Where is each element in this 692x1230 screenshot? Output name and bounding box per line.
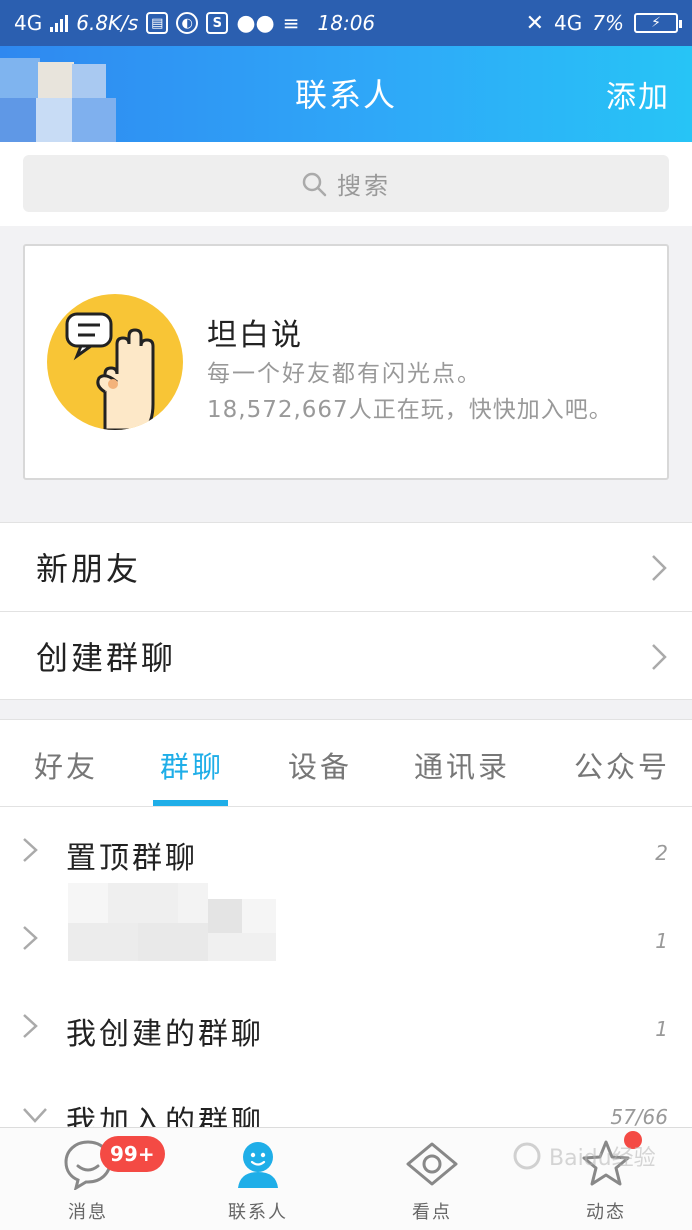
network-type: 4G — [14, 11, 43, 35]
contact-tabs: 好友 群聊 设备 通讯录 公众号 — [0, 719, 692, 807]
promo-title: 坦白说 — [207, 318, 303, 353]
wechat-icon: ●● — [236, 10, 275, 36]
database-icon: ≡ — [282, 11, 300, 35]
chevron-right-icon — [652, 555, 667, 581]
nav-contacts-label: 联系人 — [228, 1202, 288, 1223]
new-friends-label: 新朋友 — [36, 550, 142, 588]
mute-icon: ✕ — [525, 10, 545, 36]
create-group-label: 创建群聊 — [36, 639, 177, 677]
browser-icon: ◐ — [176, 12, 199, 34]
promo-subtitle: 每一个好友都有闪光点。 — [207, 361, 482, 387]
divider — [0, 699, 692, 700]
contacts-icon — [238, 1142, 278, 1188]
create-group-row[interactable]: 创建群聊 — [0, 612, 692, 700]
page-title: 联系人 — [294, 76, 397, 114]
new-friends-row[interactable]: 新朋友 — [0, 523, 692, 611]
group-section-title: 我加入的群聊 — [66, 1105, 264, 1127]
header: 联系人 添加 — [0, 46, 692, 142]
group-section-pinned[interactable]: 置顶群聊 2 — [0, 807, 692, 895]
tab-address-book[interactable]: 通讯录 — [414, 744, 510, 786]
add-button[interactable]: 添加 — [606, 72, 670, 116]
group-section-count: 1 — [655, 1017, 668, 1041]
tab-groups[interactable]: 群聊 — [160, 744, 224, 786]
s-app-icon: S — [206, 12, 229, 34]
chevron-down-icon — [23, 1108, 47, 1123]
clock-time: 18:06 — [317, 11, 376, 35]
signal-icon — [50, 14, 69, 32]
group-section-count: 2 — [655, 841, 668, 865]
battery-percent: 7% — [592, 11, 624, 35]
eye-icon — [406, 1142, 458, 1186]
group-section-joined[interactable]: 我加入的群聊 57/66 — [0, 1071, 692, 1127]
blurred-group-name — [68, 883, 276, 961]
chevron-right-icon — [23, 838, 38, 862]
promo-card[interactable]: 坦白说 每一个好友都有闪光点。 18,572,667人正在玩，快快加入吧。 — [23, 244, 669, 480]
unread-badge: 99+ — [100, 1136, 165, 1172]
group-section-count: 57/66 — [610, 1105, 668, 1127]
group-list: 置顶群聊 2 1 我创建的群聊 1 我加入的群聊 57/66 — [0, 807, 692, 1127]
search-area: 搜索 — [0, 142, 692, 226]
tab-indicator — [153, 800, 228, 806]
chevron-right-icon — [23, 1014, 38, 1038]
nav-contacts[interactable]: 联系人 — [198, 1128, 318, 1230]
watermark: Baidu经验 — [512, 1140, 682, 1200]
gallery-icon: ▤ — [146, 12, 169, 34]
group-section-created[interactable]: 我创建的群聊 1 — [0, 983, 692, 1071]
nav-watch-points-label: 看点 — [412, 1202, 452, 1223]
watermark-text: Baidu经验 — [549, 1146, 656, 1171]
nav-watch-points[interactable]: 看点 — [372, 1128, 492, 1230]
network-speed: 6.8K/s — [76, 11, 139, 35]
network-type-right: 4G — [554, 11, 583, 35]
search-placeholder: 搜索 — [337, 172, 391, 200]
search-input[interactable]: 搜索 — [23, 155, 669, 212]
tab-friends[interactable]: 好友 — [34, 744, 98, 786]
chevron-right-icon — [23, 926, 38, 950]
confession-icon — [47, 294, 183, 430]
nav-activity-label: 动态 — [586, 1202, 626, 1223]
promo-count: 18,572,667人正在玩，快快加入吧。 — [207, 397, 613, 423]
group-section-title: 置顶群聊 — [66, 841, 198, 876]
nav-messages-label: 消息 — [68, 1202, 108, 1223]
group-section-count: 1 — [655, 929, 668, 953]
tab-official-accounts[interactable]: 公众号 — [574, 744, 670, 786]
group-section-title: 我创建的群聊 — [66, 1017, 264, 1052]
watermark-logo-icon — [513, 1142, 541, 1170]
search-icon — [302, 172, 327, 196]
battery-icon: ⚡ — [634, 13, 682, 33]
tab-devices[interactable]: 设备 — [288, 744, 352, 786]
chevron-right-icon — [652, 644, 667, 670]
status-bar: 4G 6.8K/s ▤ ◐ S ●● ≡ 18:06 ✕ 4G 7% ⚡ — [0, 0, 692, 46]
